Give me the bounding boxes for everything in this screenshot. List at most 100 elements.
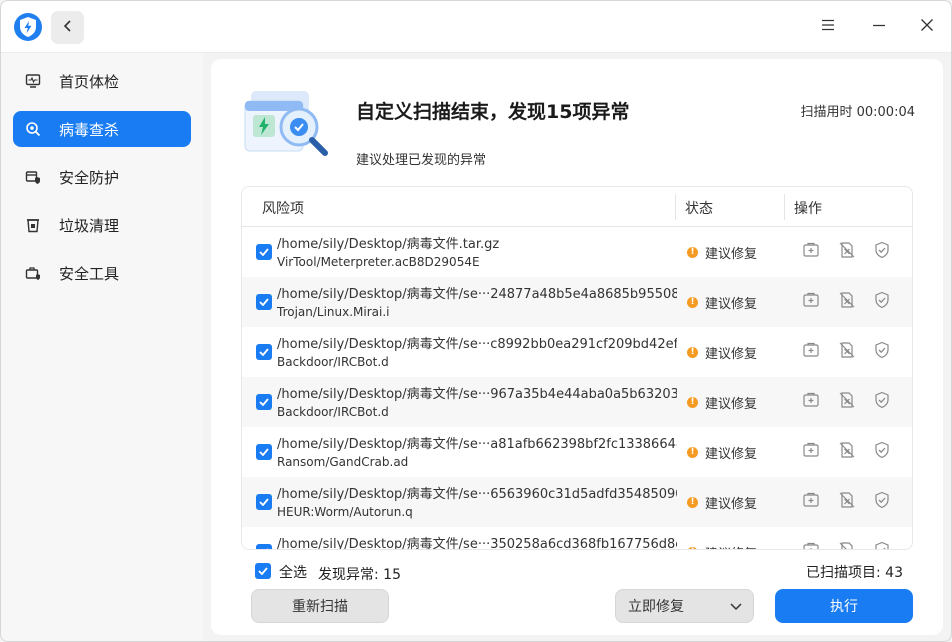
rescan-button[interactable]: 重新扫描 bbox=[251, 589, 389, 623]
magnifier-virus-icon bbox=[25, 121, 41, 137]
sidebar-item-label: 安全工具 bbox=[59, 264, 120, 283]
execute-button[interactable]: 执行 bbox=[775, 589, 913, 623]
table-row[interactable]: /home/sily/Desktop/病毒文件/se···6563960c31d… bbox=[242, 477, 912, 527]
column-header-risk: 风险项 bbox=[262, 201, 304, 217]
virus-name: Trojan/Linux.Mirai.i bbox=[277, 305, 390, 319]
table-row[interactable]: /home/sily/Desktop/病毒文件.tar.gz VirTool/Me… bbox=[242, 227, 912, 277]
virus-name: Backdoor/IRCBot.d bbox=[277, 355, 389, 369]
trust-shield-icon[interactable] bbox=[873, 541, 891, 549]
virus-name: Backdoor/IRCBot.d bbox=[277, 405, 389, 419]
status-cell: ! 建议修复 bbox=[687, 493, 757, 512]
scan-duration: 扫描用时 00:00:04 bbox=[800, 105, 915, 120]
menu-button[interactable] bbox=[816, 15, 840, 39]
row-checkbox[interactable] bbox=[256, 394, 272, 410]
quarantine-box-icon[interactable] bbox=[802, 291, 820, 309]
row-checkbox[interactable] bbox=[256, 344, 272, 360]
column-divider bbox=[675, 194, 676, 220]
table-row[interactable]: /home/sily/Desktop/病毒文件/se···350258a6cd3… bbox=[242, 527, 912, 549]
virus-name: VirTool/Meterpreter.acB8D29054E bbox=[277, 255, 480, 269]
quarantine-box-icon[interactable] bbox=[802, 441, 820, 459]
row-checkbox[interactable] bbox=[256, 244, 272, 260]
scanned-count: 已扫描项目: 43 bbox=[806, 565, 903, 581]
sidebar-item-virus-scan[interactable]: 病毒查杀 bbox=[13, 111, 191, 147]
sidebar-item-security-tools[interactable]: 安全工具 bbox=[13, 255, 191, 291]
scan-result-panel: 自定义扫描结束，发现15项异常 建议处理已发现的异常 扫描用时 00:00:04… bbox=[211, 59, 943, 635]
delete-file-icon[interactable] bbox=[838, 491, 856, 509]
warning-dot-icon: ! bbox=[687, 397, 698, 408]
sidebar-item-home-check[interactable]: 首页体检 bbox=[13, 63, 191, 99]
table-body[interactable]: /home/sily/Desktop/病毒文件.tar.gz VirTool/Me… bbox=[242, 227, 912, 549]
monitor-pulse-icon bbox=[25, 73, 41, 89]
title-bar bbox=[1, 1, 951, 53]
sidebar-item-label: 病毒查杀 bbox=[59, 120, 120, 139]
sidebar-item-junk-clean[interactable]: 垃圾清理 bbox=[13, 207, 191, 243]
file-path: /home/sily/Desktop/病毒文件/se···967a35b4e44… bbox=[277, 387, 677, 402]
app-window: 首页体检 病毒查杀 安全防护 垃圾清理 安全工具 自定义扫描结束，发现15项异常… bbox=[0, 0, 952, 642]
table-row[interactable]: /home/sily/Desktop/病毒文件/se···c8992bb0ea2… bbox=[242, 327, 912, 377]
virus-name: HEUR:Worm/Autorun.q bbox=[277, 505, 413, 519]
minimize-icon bbox=[872, 18, 886, 36]
delete-file-icon[interactable] bbox=[838, 441, 856, 459]
column-header-status: 状态 bbox=[685, 201, 713, 217]
sidebar-item-label: 安全防护 bbox=[59, 168, 120, 187]
status-cell: ! 建议修复 bbox=[687, 293, 757, 312]
trust-shield-icon[interactable] bbox=[873, 441, 891, 459]
delete-file-icon[interactable] bbox=[838, 291, 856, 309]
minimize-button[interactable] bbox=[867, 15, 891, 39]
delete-file-icon[interactable] bbox=[838, 241, 856, 259]
row-checkbox[interactable] bbox=[256, 444, 272, 460]
trust-shield-icon[interactable] bbox=[873, 241, 891, 259]
warning-dot-icon: ! bbox=[687, 297, 698, 308]
quarantine-box-icon[interactable] bbox=[802, 341, 820, 359]
status-label: 建议修复 bbox=[705, 297, 758, 312]
delete-file-icon[interactable] bbox=[838, 341, 856, 359]
fix-mode-value: 立即修复 bbox=[628, 599, 684, 615]
table-row[interactable]: /home/sily/Desktop/病毒文件/se···a81afb66239… bbox=[242, 427, 912, 477]
row-checkbox[interactable] bbox=[256, 294, 272, 310]
trust-shield-icon[interactable] bbox=[873, 491, 891, 509]
status-label: 建议修复 bbox=[705, 347, 758, 362]
table-row[interactable]: /home/sily/Desktop/病毒文件/se···24877a48b5e… bbox=[242, 277, 912, 327]
file-path: /home/sily/Desktop/病毒文件/se···c8992bb0ea2… bbox=[277, 337, 677, 352]
sidebar-item-label: 垃圾清理 bbox=[59, 216, 120, 235]
trust-shield-icon[interactable] bbox=[873, 291, 891, 309]
quarantine-box-icon[interactable] bbox=[802, 491, 820, 509]
row-checkbox[interactable] bbox=[256, 544, 272, 549]
file-path: /home/sily/Desktop/病毒文件.tar.gz bbox=[277, 237, 500, 252]
status-label: 建议修复 bbox=[705, 397, 758, 412]
quarantine-box-icon[interactable] bbox=[802, 541, 820, 549]
status-label: 建议修复 bbox=[705, 447, 758, 462]
trust-shield-icon[interactable] bbox=[873, 341, 891, 359]
file-path: /home/sily/Desktop/病毒文件/se···6563960c31d… bbox=[277, 487, 677, 502]
table-header: 风险项 状态 操作 bbox=[242, 187, 912, 227]
status-cell: ! 建议修复 bbox=[687, 443, 757, 462]
quarantine-box-icon[interactable] bbox=[802, 391, 820, 409]
row-checkbox[interactable] bbox=[256, 494, 272, 510]
file-path: /home/sily/Desktop/病毒文件/se···24877a48b5e… bbox=[277, 287, 677, 302]
quarantine-box-icon[interactable] bbox=[802, 241, 820, 259]
sidebar-item-label: 首页体检 bbox=[59, 72, 120, 91]
trust-shield-icon[interactable] bbox=[873, 391, 891, 409]
scan-illustration bbox=[241, 83, 331, 163]
delete-file-icon[interactable] bbox=[838, 541, 856, 549]
column-divider bbox=[784, 194, 785, 220]
status-label: 建议修复 bbox=[705, 497, 758, 512]
sidebar-item-protection[interactable]: 安全防护 bbox=[13, 159, 191, 195]
status-cell: ! 建议修复 bbox=[687, 343, 757, 362]
delete-file-icon[interactable] bbox=[838, 391, 856, 409]
shield-bolt-icon bbox=[13, 12, 43, 42]
status-cell: ! 建议修复 bbox=[687, 243, 757, 262]
toolbox-icon bbox=[25, 265, 41, 281]
result-subtitle: 建议处理已发现的异常 bbox=[356, 153, 487, 168]
trash-bin-icon bbox=[25, 217, 41, 233]
threat-table: 风险项 状态 操作 /home/sily/Desktop/病毒文件.tar.gz… bbox=[241, 186, 913, 550]
sidebar: 首页体检 病毒查杀 安全防护 垃圾清理 安全工具 bbox=[1, 53, 203, 641]
column-header-action: 操作 bbox=[794, 201, 822, 217]
table-row[interactable]: /home/sily/Desktop/病毒文件/se···967a35b4e44… bbox=[242, 377, 912, 427]
close-button[interactable] bbox=[915, 15, 939, 39]
back-button[interactable] bbox=[51, 11, 84, 44]
fix-mode-select[interactable]: 立即修复 bbox=[615, 589, 754, 623]
select-all-label[interactable]: 全选 bbox=[279, 562, 307, 582]
warning-dot-icon: ! bbox=[687, 247, 698, 258]
select-all-checkbox[interactable] bbox=[255, 563, 271, 579]
